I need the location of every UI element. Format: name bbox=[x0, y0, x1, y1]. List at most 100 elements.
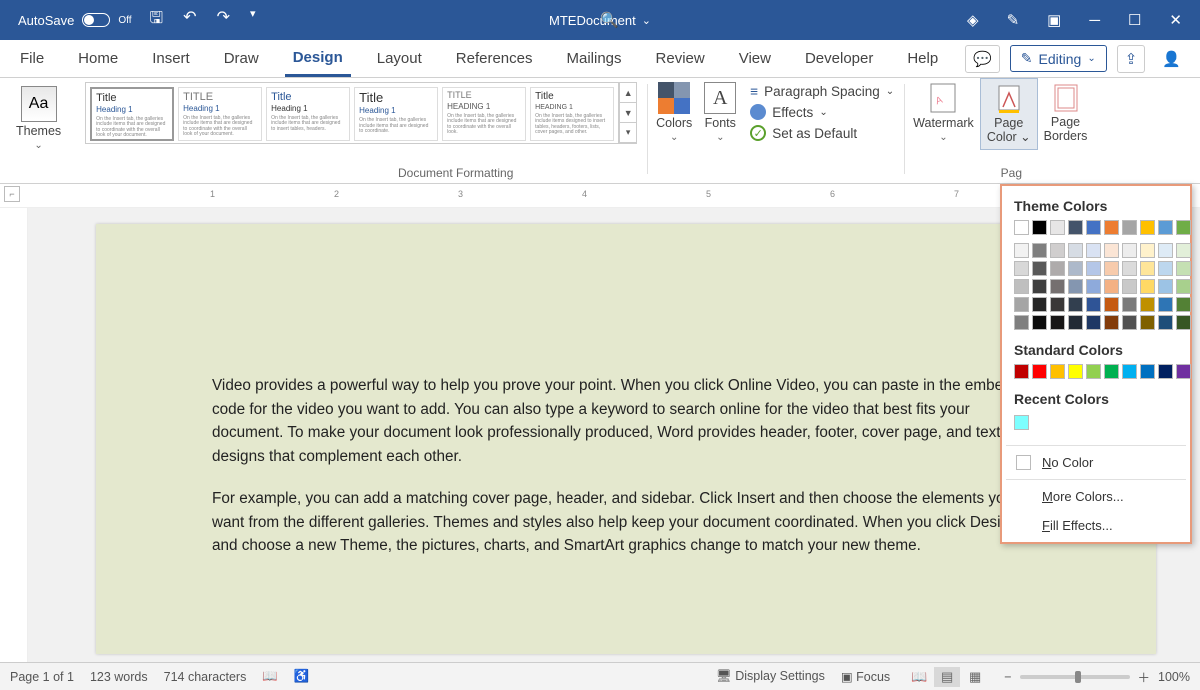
tab-references[interactable]: References bbox=[448, 42, 541, 75]
page-indicator[interactable]: Page 1 of 1 bbox=[10, 670, 74, 684]
fonts-button[interactable]: A Fonts ⌄ bbox=[698, 78, 742, 147]
color-swatch[interactable] bbox=[1122, 261, 1137, 276]
color-swatch[interactable] bbox=[1086, 243, 1101, 258]
color-swatch[interactable] bbox=[1158, 297, 1173, 312]
gallery-scroll[interactable]: ▲▼▾ bbox=[619, 82, 637, 144]
color-swatch[interactable] bbox=[1158, 220, 1173, 235]
qat-overflow-icon[interactable]: ▾ bbox=[250, 7, 256, 34]
color-swatch[interactable] bbox=[1014, 220, 1029, 235]
color-swatch[interactable] bbox=[1140, 279, 1155, 294]
color-swatch[interactable] bbox=[1122, 364, 1137, 379]
color-swatch[interactable] bbox=[1140, 315, 1155, 330]
fill-effects-option[interactable]: Fill Effects... bbox=[1002, 511, 1190, 540]
color-swatch[interactable] bbox=[1086, 315, 1101, 330]
color-swatch[interactable] bbox=[1140, 261, 1155, 276]
spellcheck-icon[interactable]: 📖 bbox=[262, 669, 278, 684]
more-colors-option[interactable]: More Colors... bbox=[1002, 482, 1190, 511]
color-swatch[interactable] bbox=[1122, 243, 1137, 258]
color-swatch[interactable] bbox=[1140, 220, 1155, 235]
color-swatch[interactable] bbox=[1104, 243, 1119, 258]
display-settings-button[interactable]: 🖥 Display Settings bbox=[716, 669, 825, 684]
color-swatch[interactable] bbox=[1140, 364, 1155, 379]
color-swatch[interactable] bbox=[1176, 364, 1191, 379]
color-swatch[interactable] bbox=[1050, 220, 1065, 235]
color-swatch[interactable] bbox=[1032, 297, 1047, 312]
color-swatch[interactable] bbox=[1104, 279, 1119, 294]
paragraph-spacing-button[interactable]: ≡Paragraph Spacing⌄ bbox=[750, 84, 894, 99]
color-swatch[interactable] bbox=[1032, 243, 1047, 258]
color-swatch[interactable] bbox=[1122, 315, 1137, 330]
color-swatch[interactable] bbox=[1050, 279, 1065, 294]
color-swatch[interactable] bbox=[1176, 261, 1191, 276]
page-color-button[interactable]: PageColor ⌄ bbox=[980, 78, 1038, 150]
tab-help[interactable]: Help bbox=[899, 42, 946, 75]
color-swatch[interactable] bbox=[1014, 261, 1029, 276]
color-swatch[interactable] bbox=[1014, 315, 1029, 330]
themes-button[interactable]: Aa Themes ⌄ bbox=[8, 82, 69, 155]
zoom-control[interactable]: − ＋ 100% bbox=[1004, 667, 1190, 686]
wand-icon[interactable]: ✎ bbox=[1007, 11, 1020, 29]
word-count[interactable]: 123 words bbox=[90, 670, 148, 684]
style-gallery[interactable]: TitleHeading 1On the Insert tab, the gal… bbox=[85, 82, 619, 144]
color-swatch[interactable] bbox=[1068, 261, 1083, 276]
color-swatch[interactable] bbox=[1122, 297, 1137, 312]
color-swatch[interactable] bbox=[1050, 315, 1065, 330]
color-swatch[interactable] bbox=[1176, 315, 1191, 330]
print-layout-icon[interactable]: ▤ bbox=[934, 667, 960, 687]
tab-file[interactable]: File bbox=[12, 42, 52, 75]
chevron-down-icon[interactable]: ⌄ bbox=[642, 14, 651, 27]
window-layout-icon[interactable]: ▣ bbox=[1047, 11, 1061, 29]
zoom-level[interactable]: 100% bbox=[1158, 670, 1190, 684]
color-swatch[interactable] bbox=[1086, 364, 1101, 379]
color-swatch[interactable] bbox=[1032, 315, 1047, 330]
web-layout-icon[interactable]: ▦ bbox=[962, 667, 988, 687]
zoom-slider[interactable] bbox=[1020, 675, 1130, 679]
toggle-switch[interactable] bbox=[82, 13, 110, 27]
color-swatch[interactable] bbox=[1032, 261, 1047, 276]
diamond-icon[interactable]: ◈ bbox=[967, 11, 979, 29]
color-swatch[interactable] bbox=[1032, 220, 1047, 235]
style-thumbnail[interactable]: TITLEHEADING 1On the Insert tab, the gal… bbox=[442, 87, 526, 141]
paragraph[interactable]: For example, you can add a matching cove… bbox=[212, 487, 1040, 558]
style-thumbnail[interactable]: TitleHeading 1On the Insert tab, the gal… bbox=[354, 87, 438, 141]
vertical-ruler[interactable] bbox=[0, 208, 28, 662]
color-swatch[interactable] bbox=[1104, 315, 1119, 330]
style-thumbnail[interactable]: TitleHEADING 1On the Insert tab, the gal… bbox=[530, 87, 614, 141]
color-swatch[interactable] bbox=[1014, 243, 1029, 258]
color-swatch[interactable] bbox=[1158, 364, 1173, 379]
color-swatch[interactable] bbox=[1158, 261, 1173, 276]
color-swatch[interactable] bbox=[1050, 243, 1065, 258]
color-swatch[interactable] bbox=[1014, 297, 1029, 312]
color-swatch[interactable] bbox=[1122, 220, 1137, 235]
color-swatch[interactable] bbox=[1068, 297, 1083, 312]
color-swatch[interactable] bbox=[1158, 243, 1173, 258]
accessibility-icon[interactable]: ♿ bbox=[294, 669, 310, 684]
page-borders-button[interactable]: PageBorders bbox=[1038, 78, 1094, 148]
color-swatch[interactable] bbox=[1086, 220, 1101, 235]
colors-button[interactable]: Colors ⌄ bbox=[650, 78, 698, 147]
color-swatch[interactable] bbox=[1122, 279, 1137, 294]
color-swatch[interactable] bbox=[1158, 279, 1173, 294]
color-swatch[interactable] bbox=[1176, 220, 1191, 235]
tab-view[interactable]: View bbox=[731, 42, 779, 75]
undo-icon[interactable]: ↶ bbox=[183, 7, 196, 34]
read-mode-icon[interactable]: 📖 bbox=[906, 667, 932, 687]
tab-draw[interactable]: Draw bbox=[216, 42, 267, 75]
color-swatch[interactable] bbox=[1158, 315, 1173, 330]
color-swatch[interactable] bbox=[1140, 243, 1155, 258]
color-swatch[interactable] bbox=[1032, 364, 1047, 379]
zoom-in-icon[interactable]: ＋ bbox=[1138, 667, 1151, 686]
style-thumbnail[interactable]: TITLEHeading 1On the Insert tab, the gal… bbox=[178, 87, 262, 141]
color-swatch[interactable] bbox=[1176, 297, 1191, 312]
color-swatch[interactable] bbox=[1068, 279, 1083, 294]
color-swatch[interactable] bbox=[1176, 279, 1191, 294]
set-default-button[interactable]: ✓Set as Default bbox=[750, 125, 894, 141]
color-swatch[interactable] bbox=[1140, 297, 1155, 312]
zoom-out-icon[interactable]: − bbox=[1004, 670, 1011, 684]
char-count[interactable]: 714 characters bbox=[164, 670, 247, 684]
color-swatch[interactable] bbox=[1068, 364, 1083, 379]
tab-home[interactable]: Home bbox=[70, 42, 126, 75]
maximize-icon[interactable]: ☐ bbox=[1128, 11, 1141, 29]
color-swatch[interactable] bbox=[1014, 415, 1029, 430]
color-swatch[interactable] bbox=[1032, 279, 1047, 294]
